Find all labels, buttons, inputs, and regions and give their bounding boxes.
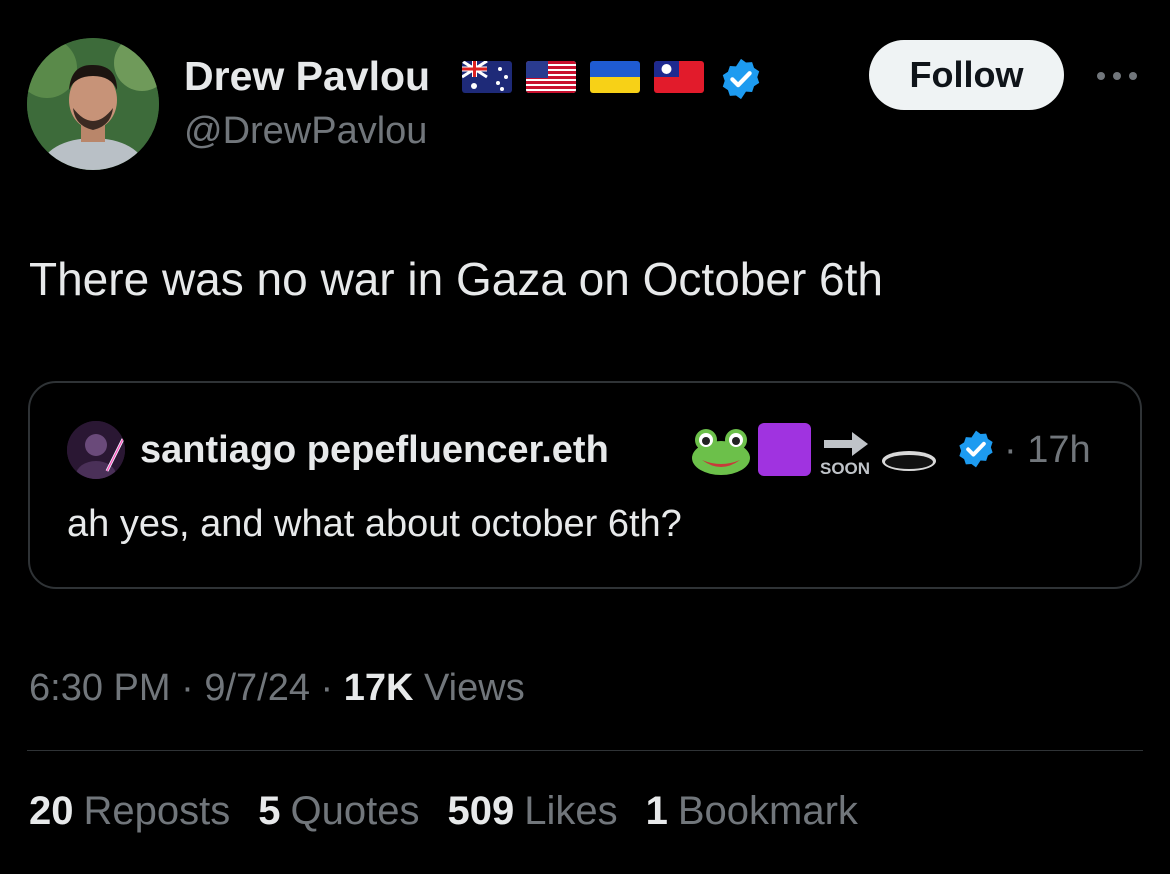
avatar-photo	[27, 38, 159, 170]
likes-label: Likes	[524, 789, 618, 833]
author-avatar[interactable]	[27, 38, 159, 170]
verified-badge-icon[interactable]	[718, 56, 764, 102]
quotes-count: 5	[258, 789, 281, 833]
follow-button[interactable]: Follow	[869, 40, 1064, 110]
quoted-author-avatar[interactable]	[67, 421, 125, 479]
likes-stat[interactable]: 509 Likes	[447, 784, 617, 838]
quoted-timestamp[interactable]: · 17h	[1004, 424, 1091, 476]
hole-icon	[880, 448, 938, 474]
views-label[interactable]: Views	[413, 667, 525, 709]
likes-count: 509	[447, 789, 515, 833]
author-flags	[462, 60, 704, 94]
soon-arrow-icon: SOON	[818, 426, 876, 478]
meta-separator: ·	[170, 667, 205, 709]
ukraine-flag-icon	[590, 61, 640, 93]
tweet-meta: 6:30 PM · 9/7/24 · 17K Views	[29, 662, 525, 714]
tweet-date[interactable]: 9/7/24	[204, 667, 310, 709]
reposts-label: Reposts	[83, 789, 231, 833]
taiwan-flag-icon	[654, 61, 704, 93]
author-display-name[interactable]: Drew Pavlou	[184, 52, 430, 100]
more-options-icon[interactable]	[1094, 66, 1140, 86]
purple-square-icon	[758, 423, 811, 476]
svg-text:SOON: SOON	[820, 459, 870, 478]
engagement-stats: 20 Reposts 5 Quotes 509 Likes 1 Bookmark	[29, 784, 886, 838]
usa-flag-icon	[526, 61, 576, 93]
frog-face-icon	[690, 426, 752, 476]
quotes-stat[interactable]: 5 Quotes	[258, 784, 419, 838]
tweet-time[interactable]: 6:30 PM	[29, 667, 171, 709]
views-count[interactable]: 17K	[344, 667, 414, 709]
bookmarks-label: Bookmark	[677, 789, 858, 833]
divider	[27, 750, 1143, 751]
quoted-verified-badge-icon[interactable]	[955, 428, 997, 470]
quotes-label: Quotes	[290, 789, 420, 833]
bookmarks-count: 1	[645, 789, 668, 833]
quoted-author-name[interactable]: santiago pepefluencer.eth	[140, 424, 609, 476]
australia-flag-icon	[462, 61, 512, 93]
quoted-tweet-text: ah yes, and what about october 6th?	[67, 503, 682, 545]
bookmarks-stat[interactable]: 1 Bookmark	[646, 784, 858, 838]
author-handle[interactable]: @DrewPavlou	[184, 108, 427, 154]
tweet-text: There was no war in Gaza on October 6th	[29, 253, 883, 305]
reposts-count: 20	[29, 789, 74, 833]
meta-separator: ·	[309, 667, 344, 709]
reposts-stat[interactable]: 20 Reposts	[29, 784, 230, 838]
quoted-tweet-card[interactable]	[28, 381, 1142, 589]
